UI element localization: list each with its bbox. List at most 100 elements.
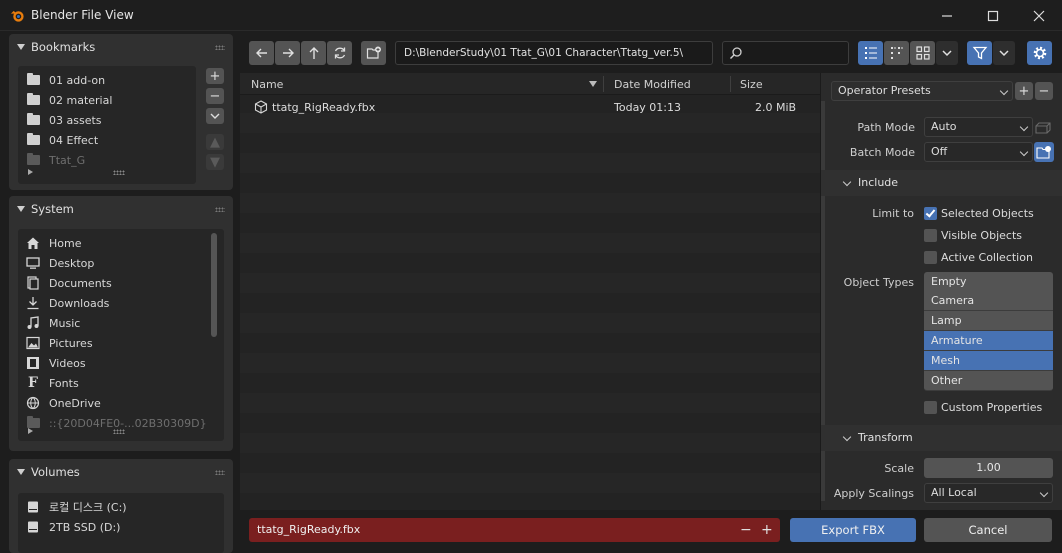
new-folder-icon xyxy=(1036,146,1051,159)
visible-objects-label: Visible Objects xyxy=(941,229,1022,242)
column-separator[interactable] xyxy=(603,76,604,92)
bookmark-item[interactable]: 01 add-on xyxy=(18,70,196,90)
sidebar: Bookmarks 01 add-on 02 material 03 asset… xyxy=(0,31,236,553)
chevron-down-icon xyxy=(1019,147,1029,157)
minimize-button[interactable] xyxy=(924,0,970,31)
object-type-empty[interactable]: Empty xyxy=(924,272,1053,292)
custom-properties-checkbox[interactable] xyxy=(924,401,937,414)
object-type-mesh[interactable]: Mesh xyxy=(924,351,1053,371)
file-list-header: Name Date Modified Size xyxy=(240,73,820,95)
drag-handle-icon[interactable] xyxy=(215,207,225,212)
volumes-header[interactable]: Volumes xyxy=(9,459,233,485)
move-down-button[interactable]: ▼ xyxy=(206,154,224,170)
transform-section-header[interactable]: Transform xyxy=(821,425,1062,451)
system-item-documents[interactable]: Documents xyxy=(18,273,224,293)
apply-scalings-dropdown[interactable]: All Local xyxy=(924,483,1053,503)
options-toggle-button[interactable] xyxy=(1027,41,1052,65)
bookmark-menu-button[interactable] xyxy=(206,108,224,124)
volume-item-d[interactable]: 2TB SSD (D:) xyxy=(18,517,224,537)
object-type-other[interactable]: Other xyxy=(924,371,1053,391)
system-item-onedrive[interactable]: OneDrive xyxy=(18,393,224,413)
column-size-header[interactable]: Size xyxy=(740,78,763,91)
new-folder-button[interactable] xyxy=(361,41,386,65)
bookmark-item[interactable]: 02 material xyxy=(18,90,196,110)
system-item-downloads[interactable]: Downloads xyxy=(18,293,224,313)
batch-mode-dropdown[interactable]: Off xyxy=(924,142,1033,162)
chevron-down-icon xyxy=(1039,488,1049,498)
batch-own-dir-toggle[interactable] xyxy=(1034,142,1054,162)
filter-settings-dropdown[interactable] xyxy=(993,41,1015,65)
volume-item-c[interactable]: 로컬 디스크 (C:) xyxy=(18,497,224,517)
column-name-header[interactable]: Name xyxy=(251,78,283,91)
drag-handle-icon[interactable] xyxy=(215,45,225,50)
export-options-panel: Operator Presets + − Path Mode Auto Batc… xyxy=(820,73,1062,510)
directory-path-input[interactable]: D:\BlenderStudy\01 Ttat_G\01 Character\T… xyxy=(395,41,713,65)
system-item-fonts[interactable]: F Fonts xyxy=(18,373,224,393)
fonts-icon: F xyxy=(28,375,38,391)
maximize-icon xyxy=(987,10,999,21)
system-list-scrollbar[interactable] xyxy=(211,233,217,337)
drive-icon xyxy=(26,500,40,514)
list-footer[interactable] xyxy=(18,427,198,437)
column-date-header[interactable]: Date Modified xyxy=(614,78,691,91)
list-footer[interactable] xyxy=(18,168,198,178)
search-icon xyxy=(730,47,742,59)
display-settings-dropdown[interactable] xyxy=(936,41,958,65)
selected-objects-checkbox[interactable] xyxy=(924,207,937,220)
filter-icon xyxy=(972,46,987,60)
operator-presets-dropdown[interactable]: Operator Presets xyxy=(831,81,1013,101)
include-section-header[interactable]: Include xyxy=(821,170,1062,196)
pictures-icon xyxy=(26,336,40,350)
move-up-button[interactable]: ▲ xyxy=(206,134,224,150)
system-item-pictures[interactable]: Pictures xyxy=(18,333,224,353)
decrement-filename-button[interactable]: − xyxy=(740,518,752,542)
export-fbx-button[interactable]: Export FBX xyxy=(790,518,916,542)
add-bookmark-button[interactable]: + xyxy=(206,68,224,84)
filter-toggle-button[interactable] xyxy=(967,41,992,65)
folder-icon xyxy=(26,153,40,167)
visible-objects-checkbox[interactable] xyxy=(924,229,937,242)
file-row[interactable]: ttatg_RigReady.fbx Today 01:13 2.0 MiB xyxy=(240,97,820,117)
path-mode-label: Path Mode xyxy=(857,121,915,134)
path-mode-dropdown[interactable]: Auto xyxy=(924,117,1033,137)
add-preset-button[interactable]: + xyxy=(1015,82,1033,100)
maximize-button[interactable] xyxy=(970,0,1016,31)
object-type-lamp[interactable]: Lamp xyxy=(924,311,1053,331)
object-type-armature[interactable]: Armature xyxy=(924,331,1053,351)
drag-handle-icon[interactable] xyxy=(215,470,225,475)
system-item-home[interactable]: Home xyxy=(18,233,224,253)
search-input[interactable] xyxy=(722,41,849,65)
chevron-down-icon xyxy=(842,432,852,442)
parent-directory-button[interactable] xyxy=(301,41,326,65)
column-separator[interactable] xyxy=(730,76,731,92)
system-item-music[interactable]: Music xyxy=(18,313,224,333)
cancel-button[interactable]: Cancel xyxy=(924,518,1052,542)
active-collection-checkbox[interactable] xyxy=(924,251,937,264)
system-item-desktop[interactable]: Desktop xyxy=(18,253,224,273)
bookmarks-list: 01 add-on 02 material 03 assets 04 Effec… xyxy=(18,66,196,184)
bookmark-item[interactable]: 04 Effect xyxy=(18,130,196,150)
desktop-icon xyxy=(26,256,40,270)
filename-input[interactable]: ttatg_RigReady.fbx − + xyxy=(249,518,780,542)
sort-descending-icon[interactable] xyxy=(589,81,597,87)
bookmarks-header[interactable]: Bookmarks xyxy=(9,34,233,60)
increment-filename-button[interactable]: + xyxy=(761,518,773,542)
system-header[interactable]: System xyxy=(9,196,233,222)
thumbnail-view-button[interactable] xyxy=(910,41,935,65)
embed-textures-icon[interactable] xyxy=(1035,120,1051,134)
object-type-camera[interactable]: Camera xyxy=(924,291,1053,311)
forward-button[interactable] xyxy=(275,41,300,65)
horizontal-list-view-button[interactable] xyxy=(884,41,909,65)
scale-input[interactable]: 1.00 xyxy=(924,458,1053,478)
vertical-list-view-button[interactable] xyxy=(858,41,883,65)
refresh-button[interactable] xyxy=(327,41,352,65)
back-button[interactable] xyxy=(249,41,274,65)
remove-preset-button[interactable]: − xyxy=(1035,82,1053,100)
system-item-videos[interactable]: Videos xyxy=(18,353,224,373)
apply-scalings-label: Apply Scalings xyxy=(833,487,914,500)
blender-logo-icon xyxy=(10,10,24,22)
bookmark-item[interactable]: 03 assets xyxy=(18,110,196,130)
remove-bookmark-button[interactable]: − xyxy=(206,88,224,104)
close-button[interactable] xyxy=(1016,0,1062,31)
bookmark-item[interactable]: Ttat_G xyxy=(18,150,196,170)
